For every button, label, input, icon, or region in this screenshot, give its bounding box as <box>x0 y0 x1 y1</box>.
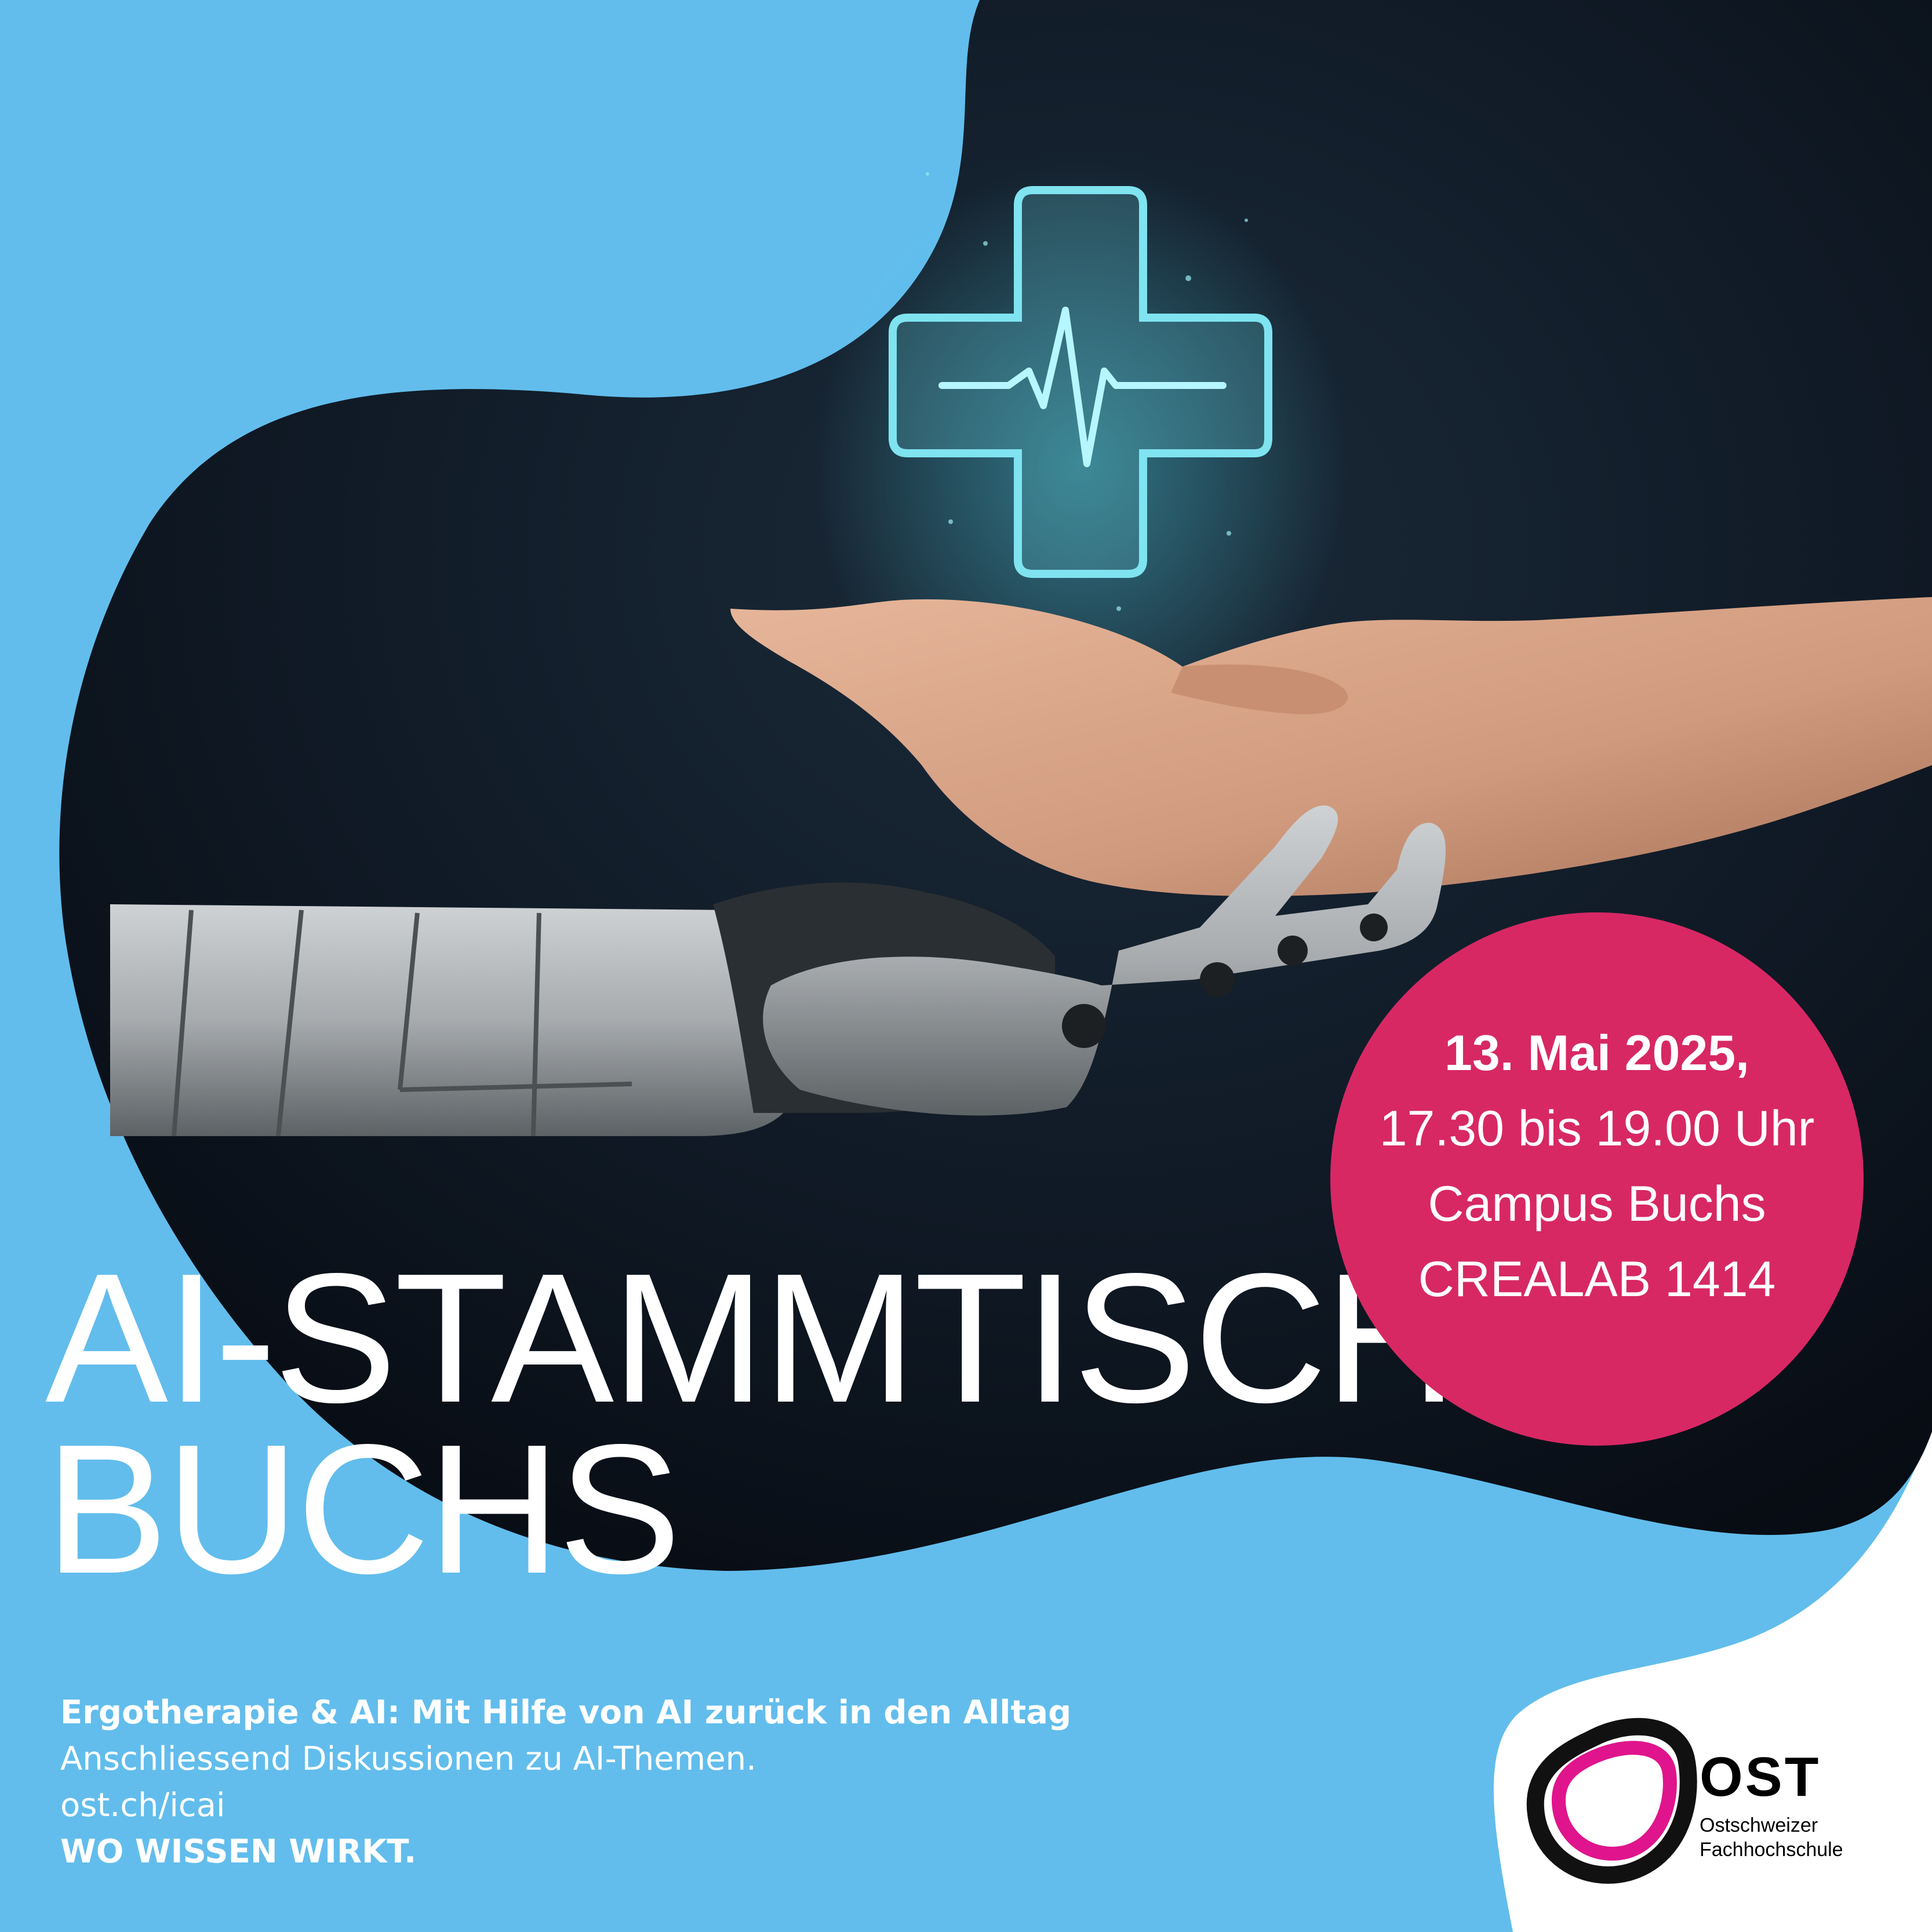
poster: AI-STAMMTISCH BUCHS 13. Mai 2025, 17.30 … <box>0 0 1932 1932</box>
slogan: WO WISSEN WIRKT. <box>60 1833 417 1871</box>
event-topic: Ergotherapie & AI: Mit Hilfe von AI zurü… <box>60 1694 1072 1731</box>
logo-name: OST <box>1700 1746 1821 1808</box>
logo-subtitle-line-2: Fachhochschule <box>1700 1839 1843 1861</box>
title-line-2: BUCHS <box>45 1406 681 1612</box>
event-time: 17.30 bis 19.00 Uhr <box>1379 1101 1815 1156</box>
logo-subtitle-line-1: Ostschweizer <box>1700 1814 1818 1836</box>
title-line-1: AI-STAMMTISCH <box>45 1235 1458 1441</box>
event-date: 13. Mai 2025, <box>1445 1025 1749 1081</box>
robot-forearm <box>110 904 810 1136</box>
event-badge: 13. Mai 2025, 17.30 bis 19.00 Uhr Campus… <box>1330 912 1864 1446</box>
footer-info: Ergotherapie & AI: Mit Hilfe von AI zurü… <box>60 1690 1071 1875</box>
event-campus: Campus Buchs <box>1428 1176 1766 1232</box>
event-subline: Anschliessend Diskussionen zu AI-Themen. <box>60 1740 756 1778</box>
event-url[interactable]: ost.ch/icai <box>60 1782 1071 1829</box>
event-room: CREALAB 1414 <box>1418 1251 1776 1307</box>
